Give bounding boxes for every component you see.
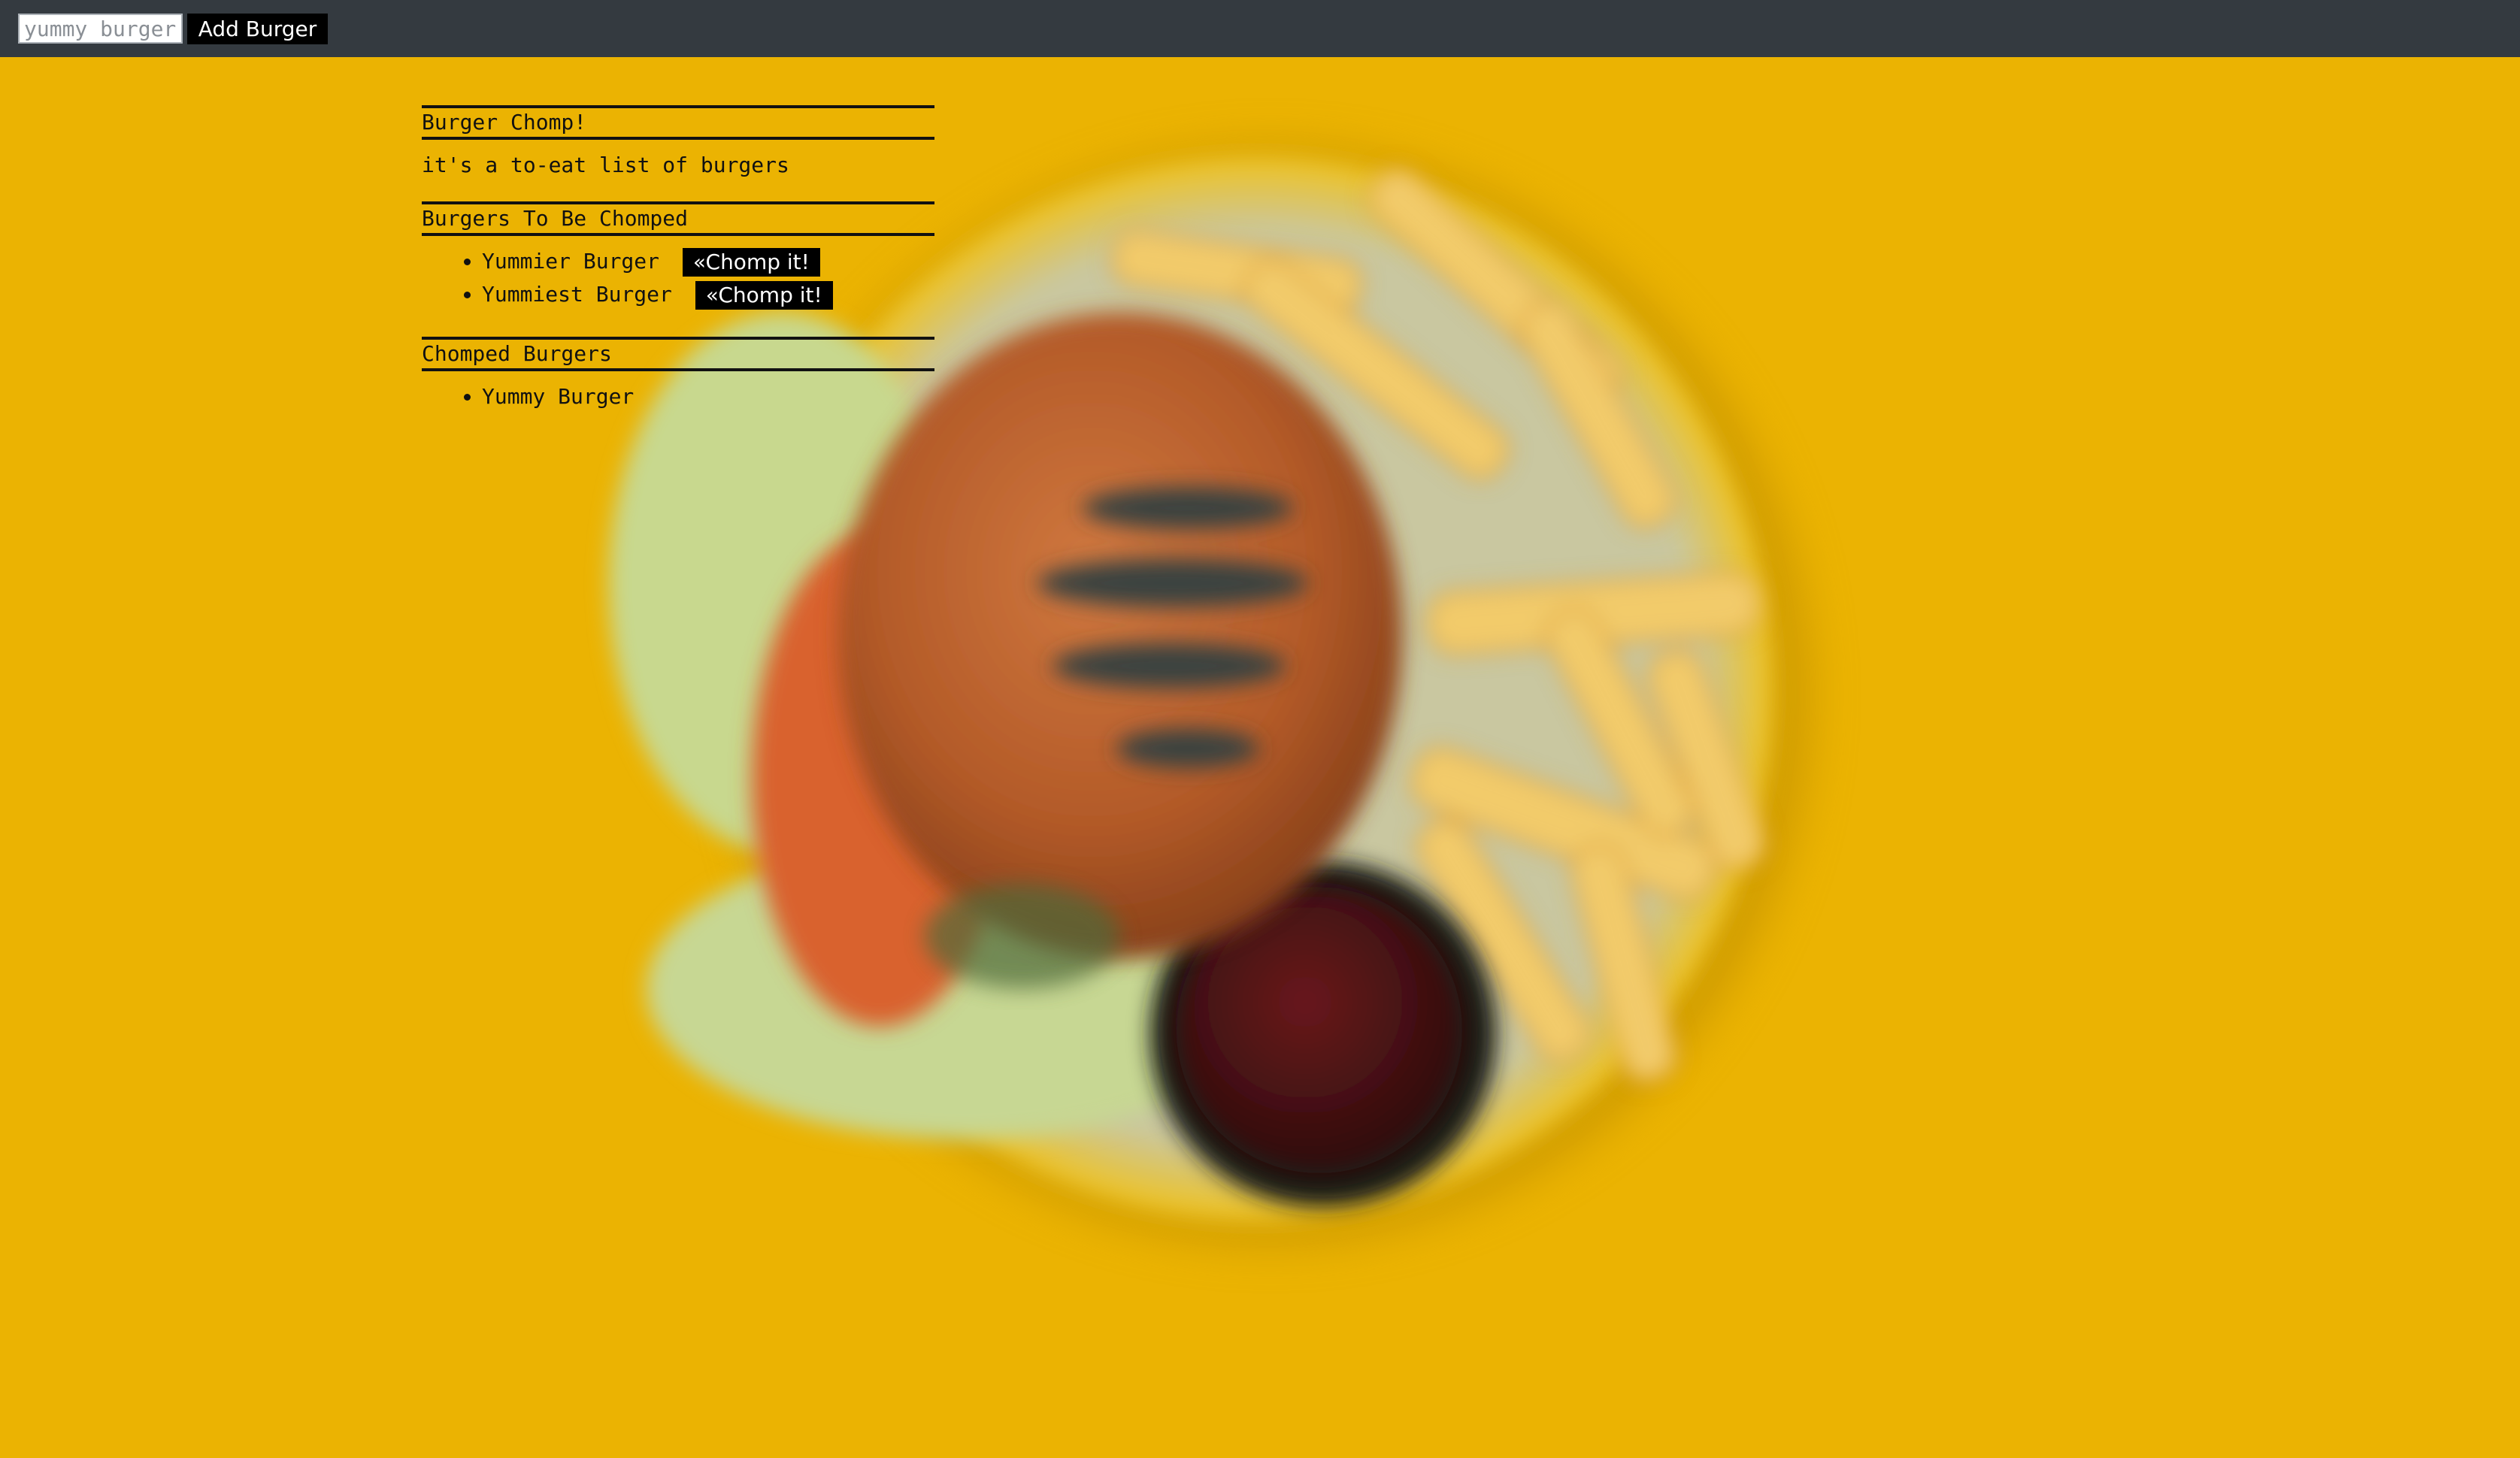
burger-name: Yummy Burger (482, 384, 635, 409)
add-burger-button[interactable]: Add Burger (187, 14, 328, 44)
chomped-list: Yummy Burger (422, 380, 934, 413)
to-be-chomped-list: Yummier Burger «Chomp it! Yummiest Burge… (422, 245, 934, 311)
chomped-heading: Chomped Burgers (422, 337, 934, 371)
top-bar: Add Burger (0, 0, 2520, 57)
background-burger-photo (0, 57, 2520, 1458)
tagline: it's a to-eat list of burgers (422, 153, 789, 177)
list-item: Yummier Burger «Chomp it! (482, 245, 934, 278)
burger-name: Yummier Burger (482, 249, 660, 274)
burger-name: Yummiest Burger (482, 282, 672, 307)
page-title: Burger Chomp! (422, 105, 934, 140)
chomp-it-button[interactable]: «Chomp it! (695, 281, 833, 310)
to-be-chomped-heading: Burgers To Be Chomped (422, 201, 934, 236)
burger-name-input[interactable] (18, 14, 183, 44)
list-item: Yummiest Burger «Chomp it! (482, 278, 934, 311)
burger-list-panel: Burger Chomp! it's a to-eat list of burg… (422, 105, 934, 413)
chomp-it-button[interactable]: «Chomp it! (682, 248, 820, 277)
list-item: Yummy Burger (482, 380, 934, 413)
